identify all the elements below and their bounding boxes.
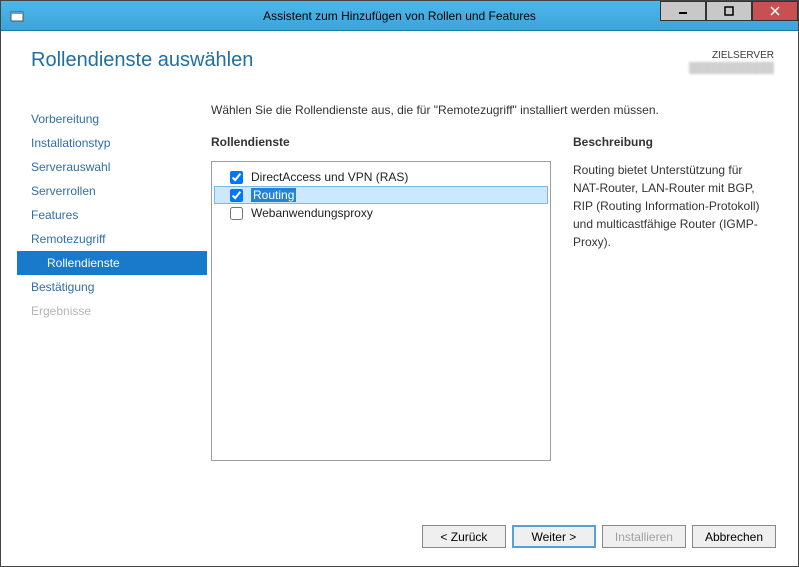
role-services-listbox[interactable]: DirectAccess und VPN (RAS) Routing Webanwe… <box>211 161 551 461</box>
nav-item-serverauswahl[interactable]: Serverauswahl <box>17 155 207 179</box>
cancel-button[interactable]: Abbrechen <box>692 525 776 548</box>
role-service-label: DirectAccess und VPN (RAS) <box>251 170 408 184</box>
back-button[interactable]: < Zurück <box>422 525 506 548</box>
description-text: Routing bietet Unterstützung für NAT-Rou… <box>573 161 772 251</box>
next-button[interactable]: Weiter > <box>512 525 596 548</box>
nav-item-features[interactable]: Features <box>17 203 207 227</box>
columns: Rollendienste DirectAccess und VPN (RAS)… <box>211 135 772 513</box>
role-service-checkbox[interactable] <box>230 171 243 184</box>
header-row: Rollendienste auswählen ZIELSERVER █████… <box>17 49 782 75</box>
role-services-column: Rollendienste DirectAccess und VPN (RAS)… <box>211 135 551 513</box>
content-area: Rollendienste auswählen ZIELSERVER █████… <box>1 31 798 566</box>
close-button[interactable] <box>752 1 798 21</box>
role-service-checkbox[interactable] <box>230 189 243 202</box>
description-title: Beschreibung <box>573 135 772 149</box>
install-button[interactable]: Installieren <box>602 525 686 548</box>
body-row: VorbereitungInstallationstypServerauswah… <box>17 103 782 513</box>
role-service-label: Webanwendungsproxy <box>251 206 373 220</box>
button-row: < Zurück Weiter > Installieren Abbrechen <box>17 513 782 550</box>
nav-item-serverrollen[interactable]: Serverrollen <box>17 179 207 203</box>
target-server-label: ZIELSERVER <box>689 49 774 62</box>
intro-text: Wählen Sie die Rollendienste aus, die fü… <box>211 103 772 117</box>
wizard-nav: VorbereitungInstallationstypServerauswah… <box>17 103 207 513</box>
main-panel: Wählen Sie die Rollendienste aus, die fü… <box>207 103 782 513</box>
minimize-button[interactable] <box>660 1 706 21</box>
target-server: ZIELSERVER ████████████ <box>689 49 774 75</box>
window-controls <box>660 1 798 30</box>
nav-item-remotezugriff[interactable]: Remotezugriff <box>17 227 207 251</box>
description-column: Beschreibung Routing bietet Unterstützun… <box>551 135 772 513</box>
target-server-name: ████████████ <box>689 62 774 75</box>
maximize-button[interactable] <box>706 1 752 21</box>
page-title: Rollendienste auswählen <box>31 49 253 72</box>
app-icon <box>9 8 25 24</box>
role-service-item[interactable]: Routing <box>214 186 548 204</box>
nav-item-installationstyp[interactable]: Installationstyp <box>17 131 207 155</box>
role-services-title: Rollendienste <box>211 135 551 149</box>
nav-item-vorbereitung[interactable]: Vorbereitung <box>17 107 207 131</box>
titlebar: Assistent zum Hinzufügen von Rollen und … <box>1 1 798 31</box>
nav-item-bestätigung[interactable]: Bestätigung <box>17 275 207 299</box>
role-service-item[interactable]: Webanwendungsproxy <box>214 204 548 222</box>
role-service-checkbox[interactable] <box>230 207 243 220</box>
nav-item-rollendienste[interactable]: Rollendienste <box>17 251 207 275</box>
role-service-label: Routing <box>251 188 296 202</box>
role-service-item[interactable]: DirectAccess und VPN (RAS) <box>214 168 548 186</box>
nav-item-ergebnisse: Ergebnisse <box>17 299 207 323</box>
